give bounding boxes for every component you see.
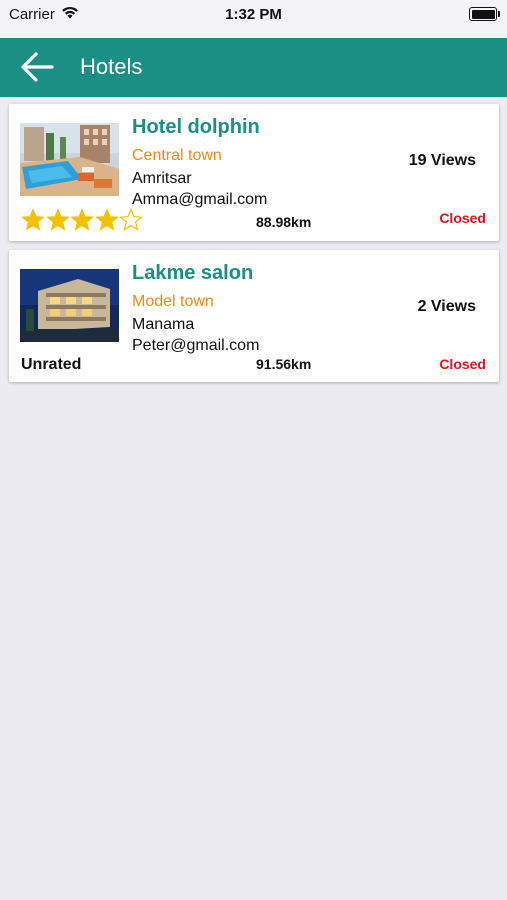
hotel-email: Peter@gmail.com [132, 337, 260, 354]
star-empty-icon [119, 208, 143, 231]
back-button[interactable] [16, 48, 60, 88]
hotel-card[interactable]: Hotel dolphin Central town Amritsar Amma… [9, 104, 499, 241]
hotel-email: Amma@gmail.com [132, 191, 268, 208]
view-count: 19 Views [408, 152, 476, 169]
hotel-city: Manama [132, 316, 195, 333]
distance: 88.98km [256, 214, 312, 230]
star-filled-icon [45, 208, 70, 231]
hotel-thumbnail [20, 269, 119, 342]
star-filled-icon [94, 208, 119, 231]
hotel-city: Amritsar [132, 170, 192, 187]
status-badge: Closed [439, 356, 486, 372]
back-arrow-icon [21, 52, 54, 82]
view-count: 2 Views [417, 298, 476, 315]
status-badge: Closed [439, 210, 486, 226]
hotel-name: Hotel dolphin [132, 116, 260, 138]
star-filled-icon [70, 208, 94, 231]
clock: 1:32 PM [225, 6, 282, 23]
hotel-name: Lakme salon [132, 262, 254, 284]
hotel-card[interactable]: Lakme salon Model town Manama Peter@gmai… [9, 250, 499, 382]
star-filled-icon [21, 208, 45, 231]
battery-icon [469, 7, 500, 21]
navigation-bar: Hotels [0, 38, 507, 97]
hotel-town: Central town [132, 147, 222, 164]
hotel-thumbnail [20, 123, 119, 196]
hotel-town: Model town [132, 293, 214, 310]
star-rating [21, 208, 144, 232]
rating-label: Unrated [21, 356, 82, 373]
distance: 91.56km [256, 356, 312, 372]
page-title: Hotels [80, 54, 143, 79]
status-bar: Carrier 1:32 PM [0, 0, 507, 38]
